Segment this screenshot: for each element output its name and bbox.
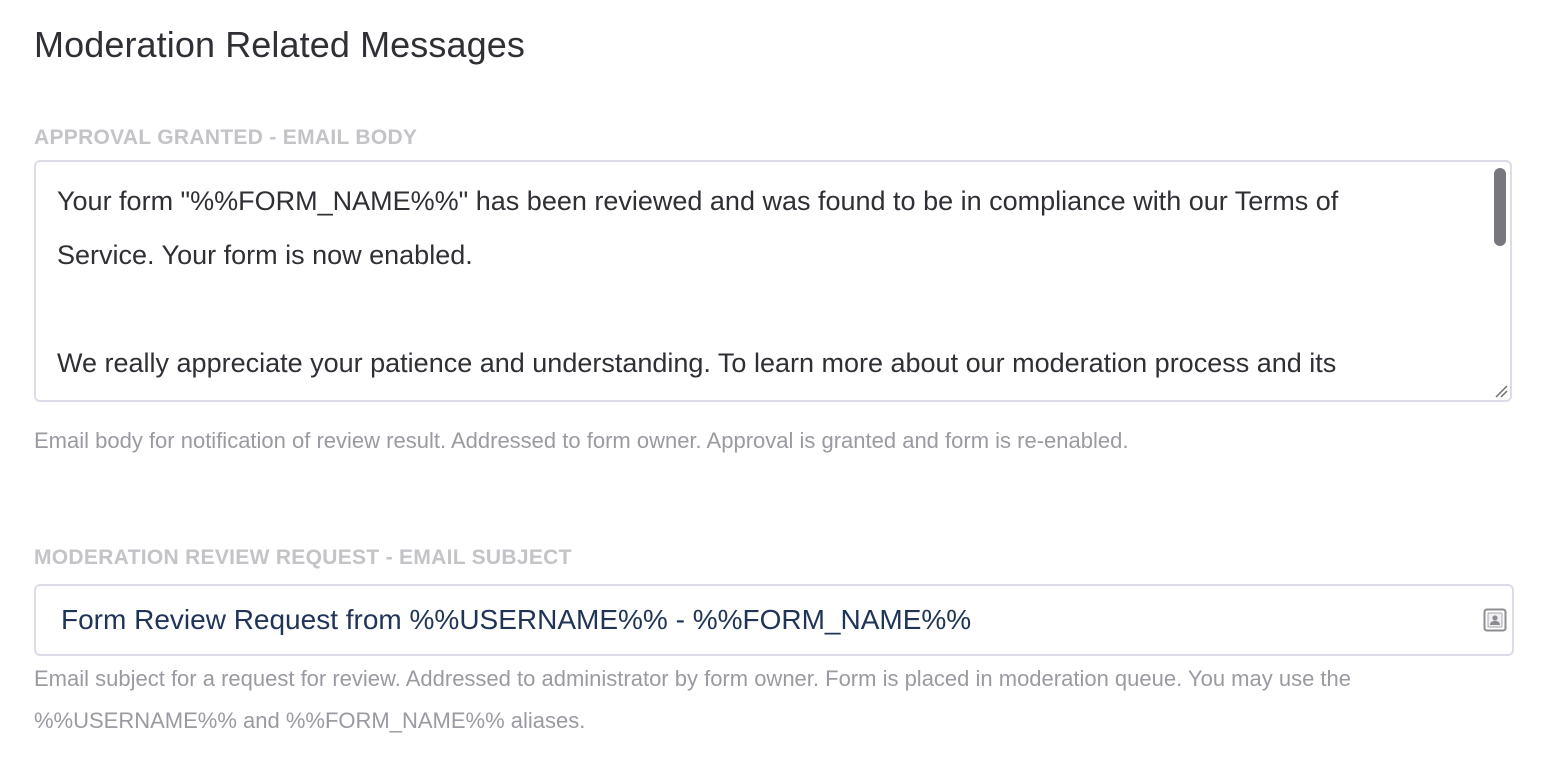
- contact-card-icon[interactable]: [1483, 608, 1507, 632]
- review-subject-value: Form Review Request from %%USERNAME%% - …: [61, 604, 972, 635]
- approval-body-line: Your form "%%FORM_NAME%%" has been revie…: [57, 186, 1339, 216]
- resize-grip-icon[interactable]: [1494, 384, 1508, 398]
- textarea-scrollbar[interactable]: [1494, 168, 1506, 246]
- approval-body-line: Service. Your form is now enabled.: [57, 240, 473, 270]
- review-subject-input[interactable]: Form Review Request from %%USERNAME%% - …: [34, 584, 1514, 656]
- review-subject-label: MODERATION REVIEW REQUEST - EMAIL SUBJEC…: [34, 546, 572, 569]
- approval-body-text[interactable]: Your form "%%FORM_NAME%%" has been revie…: [57, 174, 1480, 390]
- approval-body-textarea[interactable]: Your form "%%FORM_NAME%%" has been revie…: [34, 160, 1512, 402]
- approval-body-line: We really appreciate your patience and u…: [57, 348, 1337, 378]
- review-subject-help: Email subject for a request for review. …: [34, 666, 1352, 733]
- approval-body-line: [57, 282, 1480, 336]
- approval-body-label: APPROVAL GRANTED - EMAIL BODY: [34, 126, 418, 149]
- approval-body-help: Email body for notification of review re…: [34, 428, 1129, 453]
- page-title: Moderation Related Messages: [34, 24, 525, 65]
